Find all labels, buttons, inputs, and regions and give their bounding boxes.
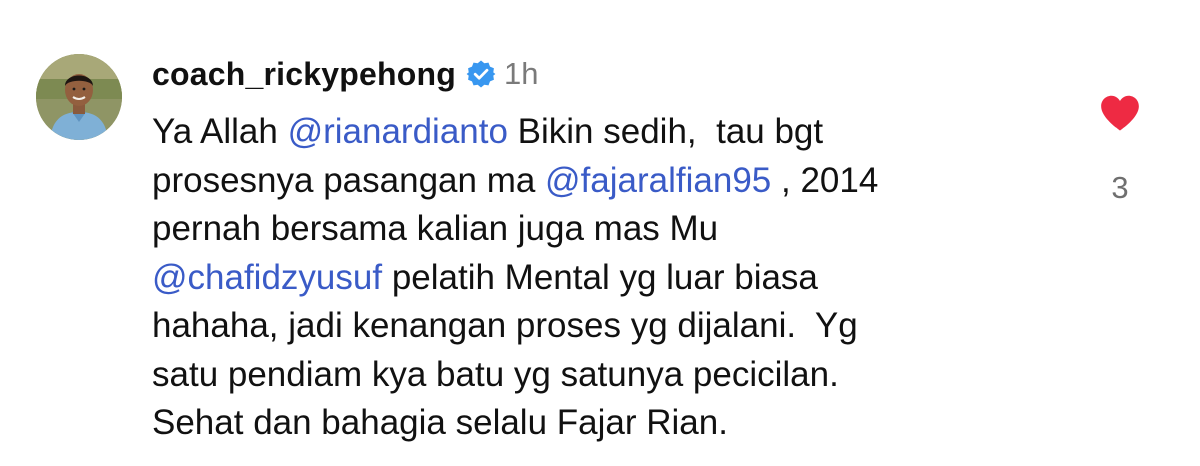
text-segment: , 2014 (771, 160, 879, 200)
verified-badge-icon (466, 59, 496, 89)
like-button[interactable] (1096, 94, 1144, 132)
username-link[interactable]: coach_rickypehong (152, 56, 456, 93)
text-segment: prosesnya pasangan ma (152, 160, 546, 200)
comment-line-5: hahaha, jadi kenangan proses yg dijalani… (152, 306, 858, 345)
comment-timestamp: 1h (503, 56, 539, 91)
like-count: 3 (1111, 170, 1129, 205)
comment-line-4: @chafidzyusuf pelatih Mental yg luar bia… (152, 254, 1052, 303)
mention-link-rianardianto[interactable]: @rianardianto (288, 112, 508, 151)
comment-text: Ya Allah @rianardianto Bikin sedih, tau … (152, 108, 1052, 448)
text-segment: Bikin sedih, tau bgt (507, 112, 824, 151)
comment: coach_rickypehong 1h Ya Allah @rianardia… (0, 0, 1200, 466)
comment-line-6: satu pendiam kya batu yg satunya pecicil… (152, 354, 839, 394)
comment-line-1: Ya Allah @rianardianto Bikin sedih, tau … (152, 108, 1052, 157)
avatar[interactable] (36, 54, 122, 140)
text-segment: Ya Allah (152, 112, 288, 151)
text-segment: pelatih Mental yg luar biasa (382, 257, 818, 297)
comment-header: coach_rickypehong 1h (152, 52, 538, 96)
comment-line-7: Sehat dan bahagia selalu Fajar Rian. (152, 403, 728, 442)
mention-link-chafidzyusuf[interactable]: @chafidzyusuf (152, 258, 382, 297)
heart-icon (1101, 95, 1139, 131)
mention-link-fajaralfian95[interactable]: @fajaralfian95 (545, 161, 771, 200)
comment-line-3: pernah bersama kalian juga mas Mu (152, 209, 719, 248)
comment-line-2: prosesnya pasangan ma @fajaralfian95 , 2… (152, 157, 1052, 206)
avatar-photo (36, 54, 122, 140)
